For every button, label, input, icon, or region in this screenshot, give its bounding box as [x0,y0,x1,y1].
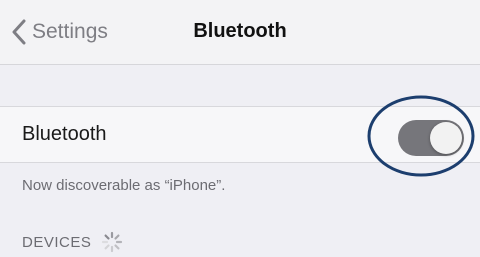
bluetooth-setting-row: Bluetooth [0,106,480,163]
loading-spinner-icon [101,231,123,253]
page-title: Bluetooth [193,20,287,42]
bluetooth-setting-label: Bluetooth [22,123,107,145]
navigation-bar: Settings Bluetooth [0,0,480,65]
toggle-knob [430,122,462,154]
devices-section-header: DEVICES [22,231,123,253]
devices-header-label: DEVICES [22,233,92,251]
bluetooth-toggle[interactable] [398,120,464,156]
discoverable-status-text: Now discoverable as “iPhone”. [22,177,226,194]
